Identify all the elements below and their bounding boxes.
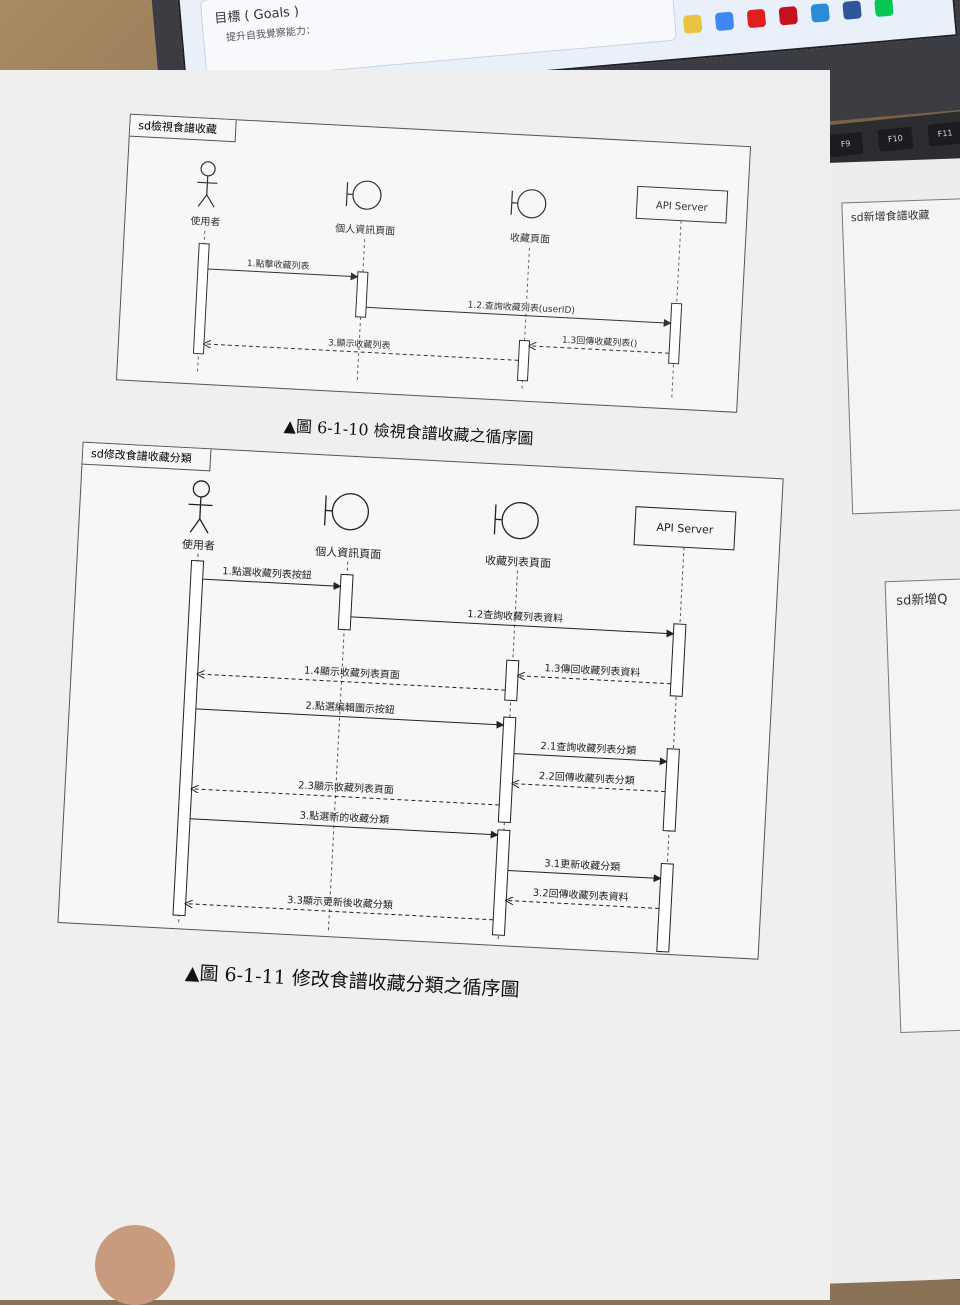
control-icon-2 bbox=[511, 189, 546, 219]
activation-bar bbox=[338, 574, 353, 630]
right-frame-1: sd新增食譜收藏 bbox=[841, 197, 960, 514]
caption-figure-6-1-10: ▲圖 6-1-10 檢視食譜收藏之循序圖 bbox=[283, 412, 534, 449]
actor-user-icon bbox=[196, 161, 218, 207]
right-frame-2: sd新增Q bbox=[885, 577, 960, 1033]
message-arrow bbox=[512, 784, 665, 792]
message-arrow bbox=[518, 676, 671, 684]
chrome-icon[interactable] bbox=[715, 12, 735, 32]
activation-bar bbox=[193, 243, 209, 353]
message-label: 1.3傳回收藏列表資料 bbox=[544, 661, 640, 679]
message-arrow bbox=[506, 900, 659, 908]
message-label: 3.2回傳收藏列表資料 bbox=[532, 886, 628, 904]
key-f11: F11 bbox=[927, 121, 960, 146]
boundary-icon-1 bbox=[346, 180, 381, 210]
page-content: sd檢視食譜收藏 bbox=[8, 110, 819, 1148]
activation-bar bbox=[517, 340, 529, 380]
message-label: 1.2查詢收藏列表資料 bbox=[467, 607, 563, 625]
message-label: 1.4顯示收藏列表頁面 bbox=[304, 664, 400, 682]
message-label: 3.點選新的收藏分類 bbox=[299, 809, 389, 827]
message-label: 3.3顯示更新後收藏分類 bbox=[287, 893, 393, 912]
message-label: 2.3顯示收藏列表頁面 bbox=[298, 778, 394, 796]
message-label: 1.點擊收藏列表 bbox=[247, 257, 310, 272]
activation-bar bbox=[498, 717, 515, 822]
participant-label: 個人資訊頁面 bbox=[315, 544, 382, 561]
message-label: 1.3回傳收藏列表() bbox=[562, 334, 638, 350]
folder-icon[interactable] bbox=[683, 14, 703, 34]
message-label: 2.點選編輯圖示按鈕 bbox=[305, 699, 395, 717]
participant-label: 個人資訊頁面 bbox=[335, 222, 396, 238]
activation-bar bbox=[505, 660, 519, 701]
thumb bbox=[95, 1225, 175, 1305]
activation-bar bbox=[173, 561, 204, 916]
line-icon[interactable] bbox=[874, 0, 894, 17]
activation-bar bbox=[663, 749, 679, 832]
diagram-1-svg: 使用者 個人資訊頁面 收藏頁面 API Server 1.點擊收藏列表 1.2.… bbox=[117, 115, 750, 412]
message-arrow bbox=[508, 870, 661, 878]
boundary-icon-1 bbox=[324, 492, 369, 530]
caption-figure-6-1-11: ▲圖 6-1-11 修改食譜收藏分類之循序圖 bbox=[184, 958, 520, 1002]
message-label: 3.1更新收藏分類 bbox=[544, 856, 620, 873]
edge-icon[interactable] bbox=[810, 3, 830, 23]
activation-bar bbox=[670, 624, 686, 697]
sequence-diagram-1: sd檢視食譜收藏 bbox=[116, 114, 751, 413]
participant-label: 使用者 bbox=[190, 214, 221, 229]
key-f9: F9 bbox=[828, 132, 864, 157]
right-frame-1-label: sd新增食譜收藏 bbox=[851, 206, 930, 225]
boundary-icon-2 bbox=[494, 501, 539, 539]
message-arrow bbox=[203, 579, 341, 586]
key-f10: F10 bbox=[877, 127, 913, 152]
youtube-icon[interactable] bbox=[747, 9, 767, 29]
right-frame-2-label: sd新增Q bbox=[896, 588, 948, 609]
taskbar bbox=[683, 0, 894, 34]
sequence-diagram-2: sd修改食譜收藏分類 bbox=[57, 442, 783, 960]
word-icon[interactable] bbox=[842, 0, 862, 20]
participant-label: 使用者 bbox=[182, 538, 216, 553]
netflix-icon[interactable] bbox=[779, 6, 799, 26]
participant-label: 收藏列表頁面 bbox=[485, 553, 552, 570]
message-label: 2.1查詢收藏列表分類 bbox=[540, 739, 636, 757]
activation-bar bbox=[356, 272, 368, 317]
diagram-2-svg: 使用者 個人資訊頁面 收藏列表頁面 API Server bbox=[58, 443, 782, 959]
activation-bar bbox=[669, 303, 682, 363]
activation-bar bbox=[492, 830, 509, 935]
message-label: 3.顯示收藏列表 bbox=[328, 336, 391, 351]
activation-bar bbox=[657, 864, 674, 953]
message-arrow bbox=[514, 754, 667, 762]
participant-label: 收藏頁面 bbox=[510, 231, 551, 246]
message-label: 1.點選收藏列表按鈕 bbox=[222, 564, 312, 582]
message-label: 2.2回傳收藏列表分類 bbox=[539, 769, 635, 787]
actor-user-icon bbox=[187, 480, 214, 533]
